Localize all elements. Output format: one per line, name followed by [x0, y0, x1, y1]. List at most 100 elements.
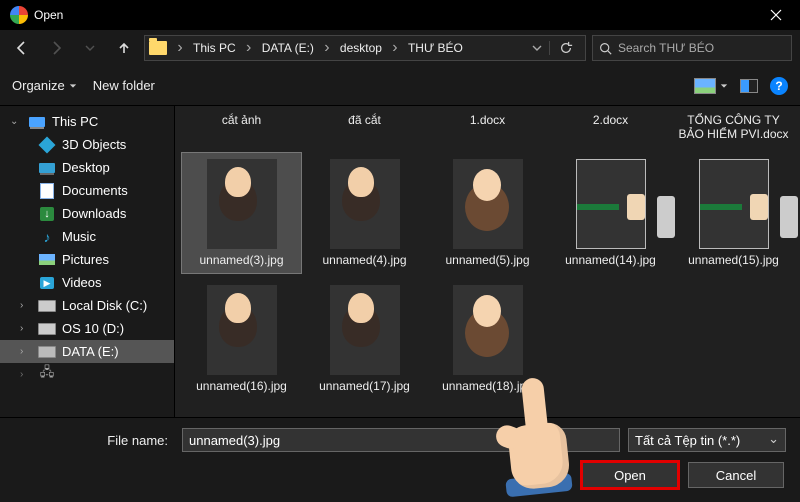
view-menu[interactable] [694, 78, 728, 94]
nav-row: › This PC › DATA (E:) › desktop › THƯ BÉ… [0, 30, 800, 66]
organize-menu[interactable]: Organize [12, 78, 77, 93]
chevron-right-icon[interactable]: › [242, 39, 256, 57]
3d-icon [38, 138, 56, 152]
chevron-right-icon[interactable]: › [173, 39, 187, 57]
search-input[interactable]: Search THƯ BÉO [592, 35, 792, 61]
file-name: unnamed(5).jpg [443, 253, 531, 267]
file-item[interactable]: unnamed(14).jpg [550, 152, 671, 274]
file-item[interactable]: unnamed(17).jpg [304, 278, 425, 400]
open-button[interactable]: Open [582, 462, 678, 488]
expand-icon[interactable]: › [20, 346, 32, 357]
file-name: unnamed(15).jpg [686, 253, 781, 267]
tree-label: Local Disk (C:) [62, 298, 147, 313]
file-name: đã cắt [346, 113, 383, 127]
pic-icon [38, 253, 56, 267]
sidebar-item-documents[interactable]: Documents [0, 179, 174, 202]
cancel-button[interactable]: Cancel [688, 462, 784, 488]
view-icon [694, 78, 716, 94]
drive-icon [38, 299, 56, 313]
sidebar-item-os-10-d-[interactable]: › OS 10 (D:) [0, 317, 174, 340]
tree-children: 3D ObjectsDesktopDocumentsDownloadsMusic… [0, 133, 174, 363]
crumb-drive[interactable]: DATA (E:) [258, 41, 318, 55]
refresh-button[interactable] [549, 41, 581, 55]
tree-label: OS 10 (D:) [62, 321, 124, 336]
search-placeholder: Search THƯ BÉO [618, 41, 714, 55]
pane-icon [740, 79, 758, 93]
file-item[interactable]: 1.docx [427, 112, 548, 148]
desktop-icon [38, 161, 56, 175]
file-thumbnail [207, 159, 277, 249]
up-button[interactable] [110, 35, 138, 61]
chevron-down-icon [69, 82, 77, 90]
close-button[interactable] [756, 0, 796, 30]
filename-label: File name: [14, 433, 174, 448]
chevron-right-icon[interactable]: › [320, 39, 334, 57]
crumb-this-pc[interactable]: This PC [189, 41, 240, 55]
tree-this-pc[interactable]: ⌄ This PC [0, 110, 174, 133]
back-button[interactable] [8, 35, 36, 61]
filename-input[interactable] [182, 428, 620, 452]
sidebar-item-local-disk-c-[interactable]: › Local Disk (C:) [0, 294, 174, 317]
expand-icon[interactable]: › [20, 300, 32, 311]
sidebar: ⌄ This PC 3D ObjectsDesktopDocumentsDown… [0, 106, 175, 417]
file-grid[interactable]: cắt ảnh đã cắt 1.docx2.docxTỔNG CÔNG TY BẢ… [175, 106, 800, 417]
sidebar-item-3d-objects[interactable]: 3D Objects [0, 133, 174, 156]
file-item[interactable]: đã cắt [304, 112, 425, 148]
file-item[interactable]: cắt ảnh [181, 112, 302, 148]
chevron-down-icon [720, 82, 728, 90]
crumb-folder[interactable]: THƯ BÉO [404, 41, 467, 55]
file-item[interactable]: unnamed(3).jpg [181, 152, 302, 274]
music-icon [38, 230, 56, 244]
file-thumbnail [453, 285, 523, 375]
chevron-right-icon[interactable]: › [388, 39, 402, 57]
file-thumbnail [330, 159, 400, 249]
new-folder-label: New folder [93, 78, 155, 93]
button-row: Open Cancel [14, 462, 786, 488]
tree-label: DATA (E:) [62, 344, 119, 359]
crumb-desktop[interactable]: desktop [336, 41, 386, 55]
toolbar: Organize New folder ? [0, 66, 800, 106]
file-item[interactable]: unnamed(16).jpg [181, 278, 302, 400]
open-label: Open [614, 468, 646, 483]
file-item[interactable]: unnamed(15).jpg [673, 152, 794, 274]
file-item[interactable]: unnamed(5).jpg [427, 152, 548, 274]
preview-pane-button[interactable] [740, 79, 758, 93]
new-folder-button[interactable]: New folder [93, 78, 155, 93]
expand-icon[interactable]: › [20, 369, 32, 380]
drive-icon [38, 322, 56, 336]
file-thumbnail [330, 285, 400, 375]
cancel-label: Cancel [716, 468, 756, 483]
sidebar-item-data-e-[interactable]: › DATA (E:) [0, 340, 174, 363]
sidebar-item-music[interactable]: Music [0, 225, 174, 248]
path-dropdown[interactable] [525, 41, 549, 55]
sidebar-item-videos[interactable]: Videos [0, 271, 174, 294]
titlebar: Open [0, 0, 800, 30]
breadcrumb[interactable]: › This PC › DATA (E:) › desktop › THƯ BÉ… [144, 35, 586, 61]
filter-label: Tất cả Tệp tin (*.*) [635, 433, 740, 448]
file-type-filter[interactable]: Tất cả Tệp tin (*.*) [628, 428, 786, 452]
forward-button[interactable] [42, 35, 70, 61]
chrome-icon [10, 6, 28, 24]
recent-dropdown[interactable] [76, 35, 104, 61]
open-dialog: Open › This PC › DATA (E:) › desktop › [0, 0, 800, 502]
tree-item-more[interactable]: › 🖧 [0, 363, 174, 385]
sidebar-item-pictures[interactable]: Pictures [0, 248, 174, 271]
help-button[interactable]: ? [770, 77, 788, 95]
file-thumbnail [453, 159, 523, 249]
expand-icon[interactable]: › [20, 323, 32, 334]
file-item[interactable]: 2.docx [550, 112, 671, 148]
bottom-panel: File name: Tất cả Tệp tin (*.*) Open Can… [0, 417, 800, 502]
tree-label: Pictures [62, 252, 109, 267]
file-name: unnamed(18).jpg [440, 379, 535, 393]
folder-icon [149, 41, 167, 55]
pc-icon [28, 115, 46, 129]
collapse-icon[interactable]: ⌄ [10, 116, 22, 127]
network-icon: 🖧 [38, 367, 56, 381]
file-item[interactable]: unnamed(4).jpg [304, 152, 425, 274]
file-item[interactable]: TỔNG CÔNG TY BẢO HIỂM PVI.docx [673, 112, 794, 148]
file-name: unnamed(17).jpg [317, 379, 412, 393]
file-item[interactable]: unnamed(18).jpg [427, 278, 548, 400]
sidebar-item-downloads[interactable]: Downloads [0, 202, 174, 225]
sidebar-item-desktop[interactable]: Desktop [0, 156, 174, 179]
doc-icon [38, 184, 56, 198]
